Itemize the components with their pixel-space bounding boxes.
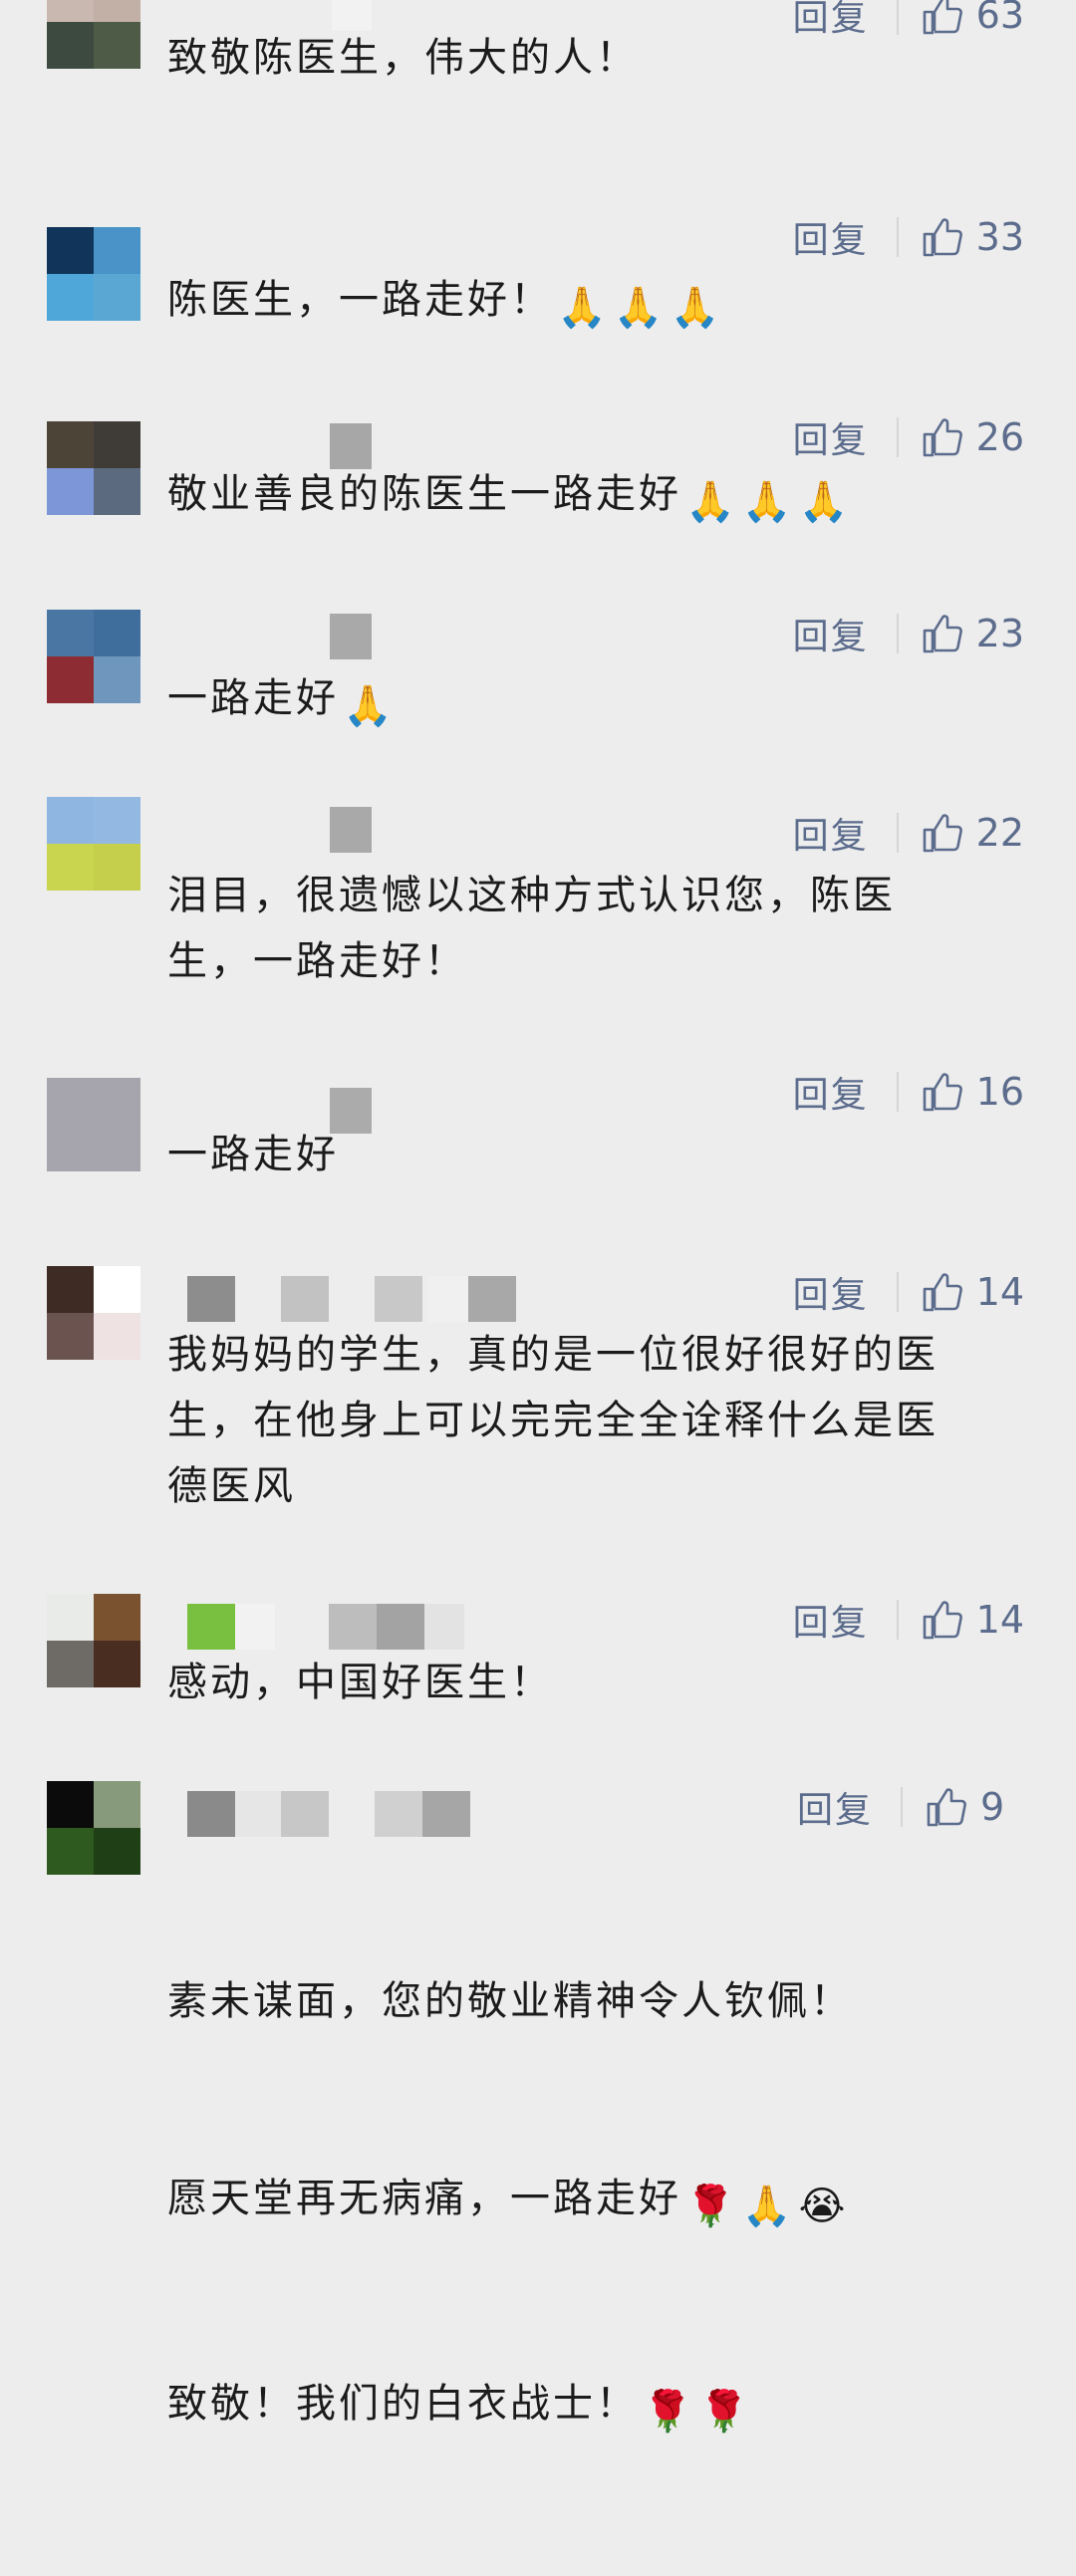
- thumbs-up-icon[interactable]: [921, 811, 964, 855]
- like-count: 22: [975, 811, 1024, 855]
- pray-icon: 🙏: [613, 285, 667, 331]
- rose-icon: 🌹: [685, 2184, 738, 2229]
- avatar[interactable]: [47, 421, 140, 515]
- like-count: 14: [975, 1270, 1024, 1314]
- like-count: 33: [975, 215, 1024, 259]
- like-count: 23: [975, 612, 1024, 655]
- thumbs-up-icon[interactable]: [921, 1598, 964, 1642]
- thumbs-up-icon[interactable]: [921, 1270, 964, 1314]
- comment-text: 感动，中国好医生！: [167, 1660, 553, 1705]
- comment-line: 愿天堂再无病痛，一路走好 🌹 🙏 😭: [167, 2166, 1024, 2239]
- pray-icon: 🙏: [557, 285, 610, 331]
- pray-icon: 🙏: [741, 479, 795, 525]
- thumbs-up-icon[interactable]: [921, 415, 964, 459]
- comment-line: 素未谋面，您的敬业精神令人钦佩！: [167, 1978, 853, 2024]
- comment-line: 致敬！我们的白衣战士！ 🌹 🌹: [167, 2371, 1024, 2445]
- avatar[interactable]: [47, 1594, 140, 1687]
- comment-text: 一路走好: [167, 1132, 339, 1177]
- reply-button[interactable]: 回复: [797, 1781, 873, 1833]
- avatar[interactable]: [47, 227, 140, 321]
- divider: [896, 614, 899, 653]
- rose-icon: 🌹: [698, 2389, 752, 2435]
- avatar[interactable]: [47, 610, 140, 703]
- divider: [896, 1072, 899, 1112]
- like-count: 9: [980, 1785, 1005, 1829]
- reply-button[interactable]: 回复: [793, 1266, 869, 1318]
- thumbs-up-icon[interactable]: [925, 1785, 968, 1829]
- avatar[interactable]: [47, 1266, 140, 1360]
- like-count: 26: [975, 415, 1024, 459]
- pray-icon: 🙏: [741, 2184, 795, 2229]
- reply-button[interactable]: 回复: [793, 1594, 869, 1646]
- avatar[interactable]: [47, 797, 140, 891]
- divider: [896, 1600, 899, 1640]
- comment-text: 致敬陈医生，伟大的人！: [167, 35, 639, 81]
- divider: [901, 1787, 903, 1827]
- avatar[interactable]: [47, 1078, 140, 1171]
- reply-button[interactable]: 回复: [793, 608, 869, 659]
- divider: [896, 417, 899, 457]
- pray-icon: 🙏: [343, 683, 396, 729]
- crying-face-icon: 😭: [798, 2184, 849, 2229]
- comment-text: 敬业善良的陈医生一路走好 🙏 🙏 🙏: [167, 461, 1024, 535]
- reply-button[interactable]: 回复: [793, 411, 869, 463]
- like-count: 14: [975, 1598, 1024, 1642]
- like-count: 16: [975, 1070, 1024, 1114]
- thumbs-up-icon[interactable]: [921, 1070, 964, 1114]
- comment-text: 泪目，很遗憾以这种方式认识您，陈医 生，一路走好！: [167, 873, 896, 984]
- thumbs-up-icon[interactable]: [921, 215, 964, 259]
- reply-button[interactable]: 回复: [793, 211, 869, 263]
- avatar[interactable]: [47, 1781, 140, 1875]
- pray-icon: 🙏: [798, 479, 852, 525]
- comment-text: 陈医生，一路走好！ 🙏 🙏 🙏: [167, 267, 1024, 341]
- comment-text: 我妈妈的学生，真的是一位很好很好的医 生，在他身上可以完完全全诠释什么是医 德医…: [167, 1332, 939, 1509]
- comment-text: 一路走好 🙏: [167, 665, 1024, 739]
- avatar[interactable]: [47, 0, 140, 69]
- comment-text: 素未谋面，您的敬业精神令人钦佩！ 愿天堂再无病痛，一路走好 🌹 🙏 😭 致敬！我们的白…: [167, 1837, 1024, 2576]
- pray-icon: 🙏: [670, 285, 723, 331]
- divider: [896, 813, 899, 853]
- reply-button[interactable]: 回复: [793, 807, 869, 859]
- rose-icon: 🌹: [643, 2389, 695, 2435]
- reply-button[interactable]: 回复: [793, 1066, 869, 1118]
- thumbs-up-icon[interactable]: [921, 612, 964, 655]
- divider: [896, 217, 899, 257]
- divider: [896, 1272, 899, 1312]
- pray-icon: 🙏: [685, 479, 738, 525]
